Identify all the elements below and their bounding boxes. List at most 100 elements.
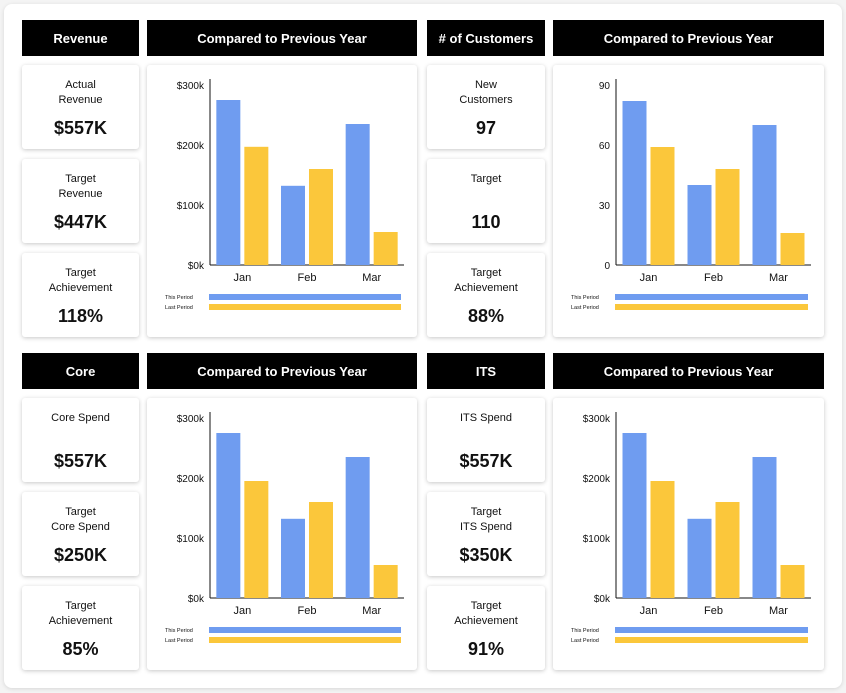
kpi-card-core-spend: Core Spend $557K bbox=[22, 398, 139, 482]
legend-label: Last Period bbox=[571, 305, 599, 311]
x-category-label: Jan bbox=[233, 605, 251, 617]
y-tick-label: 90 bbox=[599, 81, 611, 92]
kpi-value: 91% bbox=[467, 639, 505, 659]
chart-card-core: $0k $100k $200k $300k Jan Feb Mar This Period La… bbox=[147, 398, 417, 670]
kpi-label: Actual Revenue bbox=[58, 79, 103, 106]
y-tick-label: 30 bbox=[599, 201, 611, 212]
kpi-value: 88% bbox=[467, 306, 505, 326]
kpi-label: Target bbox=[470, 173, 502, 185]
x-category-label: Jan bbox=[233, 272, 251, 284]
x-category-label: Jan bbox=[640, 605, 658, 617]
chart-header-its: Compared to Previous Year bbox=[553, 353, 824, 389]
bar-last-period bbox=[373, 232, 398, 265]
x-category-label: Feb bbox=[298, 605, 317, 617]
bar-this-period bbox=[687, 518, 712, 598]
legend-label: This Period bbox=[165, 295, 193, 301]
legend-label: Last Period bbox=[165, 305, 193, 311]
y-tick-label: $0k bbox=[188, 261, 205, 272]
bar-this-period bbox=[345, 457, 370, 598]
bar-last-period bbox=[309, 169, 333, 265]
kpi-label: Core Spend bbox=[51, 412, 110, 424]
its-bar-chart: $0k $100k $200k $300k Jan Feb Mar This Period La… bbox=[571, 412, 811, 644]
legend-swatch bbox=[209, 627, 401, 633]
bar-last-period bbox=[780, 565, 805, 598]
y-tick-label: $0k bbox=[594, 594, 611, 605]
x-category-label: Mar bbox=[769, 605, 788, 617]
bar-last-period bbox=[650, 147, 675, 265]
kpi-card-target-its-spend: Target ITS Spend $350K bbox=[427, 492, 545, 576]
bar-last-period bbox=[715, 502, 740, 598]
y-tick-label: $100k bbox=[177, 201, 205, 212]
legend-swatch bbox=[209, 304, 401, 310]
kpi-value: $250K bbox=[53, 545, 108, 565]
bar-last-period bbox=[244, 481, 269, 598]
chart-header-core: Compared to Previous Year bbox=[147, 353, 417, 389]
legend-label: This Period bbox=[571, 295, 599, 301]
x-category-label: Feb bbox=[704, 272, 723, 284]
kpi-card-its-spend: ITS Spend $557K bbox=[427, 398, 545, 482]
legend-swatch bbox=[615, 637, 808, 643]
kpi-value: 97 bbox=[475, 118, 497, 138]
kpi-label: ITS Spend bbox=[460, 412, 512, 424]
legend-swatch bbox=[209, 294, 401, 300]
kpi-value: $557K bbox=[459, 451, 513, 471]
chart-card-revenue: $0k $100k $200k $300k Jan Feb Mar This Period La… bbox=[147, 65, 417, 337]
kpi-card-its-achievement: Target Achievement 91% bbox=[427, 586, 545, 670]
kpi-label: Target Core Spend bbox=[51, 506, 110, 533]
bar-last-period bbox=[373, 565, 398, 598]
y-tick-label: $300k bbox=[177, 414, 205, 425]
kpi-label: New Customers bbox=[459, 79, 513, 106]
bar-this-period bbox=[622, 101, 647, 265]
legend-swatch bbox=[209, 637, 401, 643]
kpi-label: Target Revenue bbox=[58, 173, 103, 200]
revenue-bar-chart: $0k $100k $200k $300k Jan Feb Mar This Period La… bbox=[165, 79, 404, 311]
kpi-value: $557K bbox=[53, 451, 108, 471]
x-category-label: Mar bbox=[362, 605, 381, 617]
bar-this-period bbox=[622, 433, 647, 598]
kpi-value: $447K bbox=[53, 212, 108, 232]
kpi-label: Target Achievement bbox=[48, 267, 113, 294]
kpi-value: 118% bbox=[57, 306, 104, 326]
kpi-card-core-achievement: Target Achievement 85% bbox=[22, 586, 139, 670]
kpi-value: 85% bbox=[62, 639, 99, 659]
y-tick-label: $100k bbox=[177, 534, 205, 545]
kpi-label: Target Achievement bbox=[48, 600, 113, 627]
kpi-label: Target Achievement bbox=[454, 600, 518, 627]
y-tick-label: $200k bbox=[177, 474, 205, 485]
legend-swatch bbox=[615, 294, 808, 300]
x-category-label: Mar bbox=[769, 272, 788, 284]
chart-card-its: $0k $100k $200k $300k Jan Feb Mar This Period La… bbox=[553, 398, 824, 670]
bar-last-period bbox=[309, 502, 333, 598]
kpi-value: $557K bbox=[53, 118, 108, 138]
kpi-card-target-core-spend: Target Core Spend $250K bbox=[22, 492, 139, 576]
y-tick-label: $200k bbox=[583, 474, 611, 485]
kpi-card-target-revenue: Target Revenue $447K bbox=[22, 159, 139, 243]
bar-this-period bbox=[345, 124, 370, 265]
bar-this-period bbox=[687, 185, 712, 265]
bar-last-period bbox=[715, 169, 740, 265]
bar-last-period bbox=[780, 233, 805, 265]
section-header-customers: # of Customers bbox=[427, 20, 545, 56]
legend-label: Last Period bbox=[571, 638, 599, 644]
core-bar-chart: $0k $100k $200k $300k Jan Feb Mar This Period La… bbox=[165, 412, 404, 644]
section-header-its: ITS bbox=[427, 353, 545, 389]
y-tick-label: $300k bbox=[583, 414, 611, 425]
y-tick-label: $200k bbox=[177, 141, 205, 152]
kpi-value: 110 bbox=[471, 212, 501, 232]
kpi-card-revenue-achievement: Target Achievement 118% bbox=[22, 253, 139, 337]
y-tick-label: $100k bbox=[583, 534, 611, 545]
kpi-label: Target ITS Spend bbox=[460, 506, 512, 533]
legend-label: This Period bbox=[571, 628, 599, 634]
bar-this-period bbox=[752, 125, 777, 265]
section-header-revenue: Revenue bbox=[22, 20, 139, 56]
x-category-label: Mar bbox=[362, 272, 381, 284]
bar-this-period bbox=[752, 457, 777, 598]
section-header-core: Core bbox=[22, 353, 139, 389]
kpi-card-new-customers: New Customers 97 bbox=[427, 65, 545, 149]
y-tick-label: $300k bbox=[177, 81, 205, 92]
dashboard-frame: Revenue Compared to Previous Year Actual… bbox=[4, 4, 842, 688]
kpi-card-customer-target: Target 110 bbox=[427, 159, 545, 243]
kpi-card-customer-achievement: Target Achievement 88% bbox=[427, 253, 545, 337]
kpi-label: Target Achievement bbox=[454, 267, 518, 294]
x-category-label: Feb bbox=[298, 272, 317, 284]
